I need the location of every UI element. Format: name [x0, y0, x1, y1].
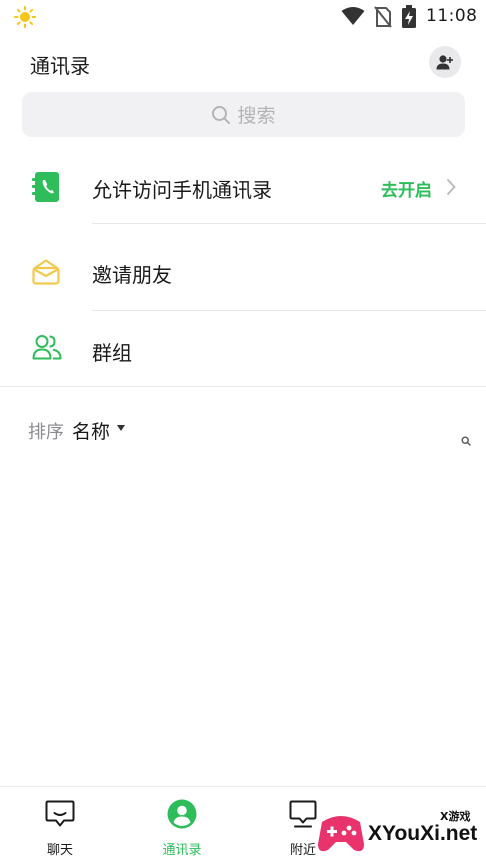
contacts-icon [167, 799, 197, 829]
sort-dropdown[interactable]: 名称 [72, 417, 110, 444]
search-bar[interactable]: 搜索 [22, 92, 465, 137]
chat-bubble-icon [45, 800, 75, 827]
nav-chat-label: 聊天 [46, 843, 73, 858]
allow-phone-contacts-row[interactable]: 允许访问手机通讯录 去开启 [0, 160, 486, 224]
invite-friends-row[interactable]: 邀请朋友 [0, 240, 486, 304]
chevron-right-icon [446, 178, 456, 196]
nearby-icon [289, 800, 317, 828]
add-user-icon [436, 55, 453, 70]
section-divider [0, 386, 486, 387]
invite-friends-label: 邀请朋友 [92, 263, 172, 287]
add-friend-button[interactable] [429, 46, 461, 78]
caret-down-icon[interactable] [117, 425, 125, 431]
divider [92, 310, 486, 311]
sun-icon [14, 6, 36, 28]
index-search-icon[interactable] [461, 436, 471, 446]
status-time: 11:08 [426, 6, 478, 26]
nav-chat[interactable]: 聊天 [15, 787, 105, 864]
no-sim-icon [374, 6, 392, 28]
search-placeholder: 搜索 [237, 105, 276, 127]
groups-row[interactable]: 群组 [0, 318, 486, 382]
sort-label: 排序 [28, 422, 64, 443]
group-icon [32, 335, 62, 360]
status-bar: 11:08 [0, 0, 486, 34]
phone-book-icon [32, 172, 59, 202]
battery-charging-icon [402, 5, 416, 28]
allow-phone-contacts-label: 允许访问手机通讯录 [92, 178, 272, 202]
watermark-text: XYouXi.net [368, 822, 478, 845]
watermark: X游戏 XYouXi.net [316, 800, 486, 864]
gamepad-logo-icon [318, 816, 364, 852]
search-icon [212, 105, 231, 124]
page-title: 通讯录 [30, 54, 90, 78]
envelope-icon [32, 259, 60, 285]
enable-contacts-link[interactable]: 去开启 [381, 176, 432, 201]
nav-contacts[interactable]: 通讯录 [137, 787, 227, 864]
divider [92, 223, 486, 224]
nav-contacts-label: 通讯录 [162, 843, 202, 858]
groups-label: 群组 [92, 341, 132, 365]
wifi-icon [341, 7, 365, 25]
